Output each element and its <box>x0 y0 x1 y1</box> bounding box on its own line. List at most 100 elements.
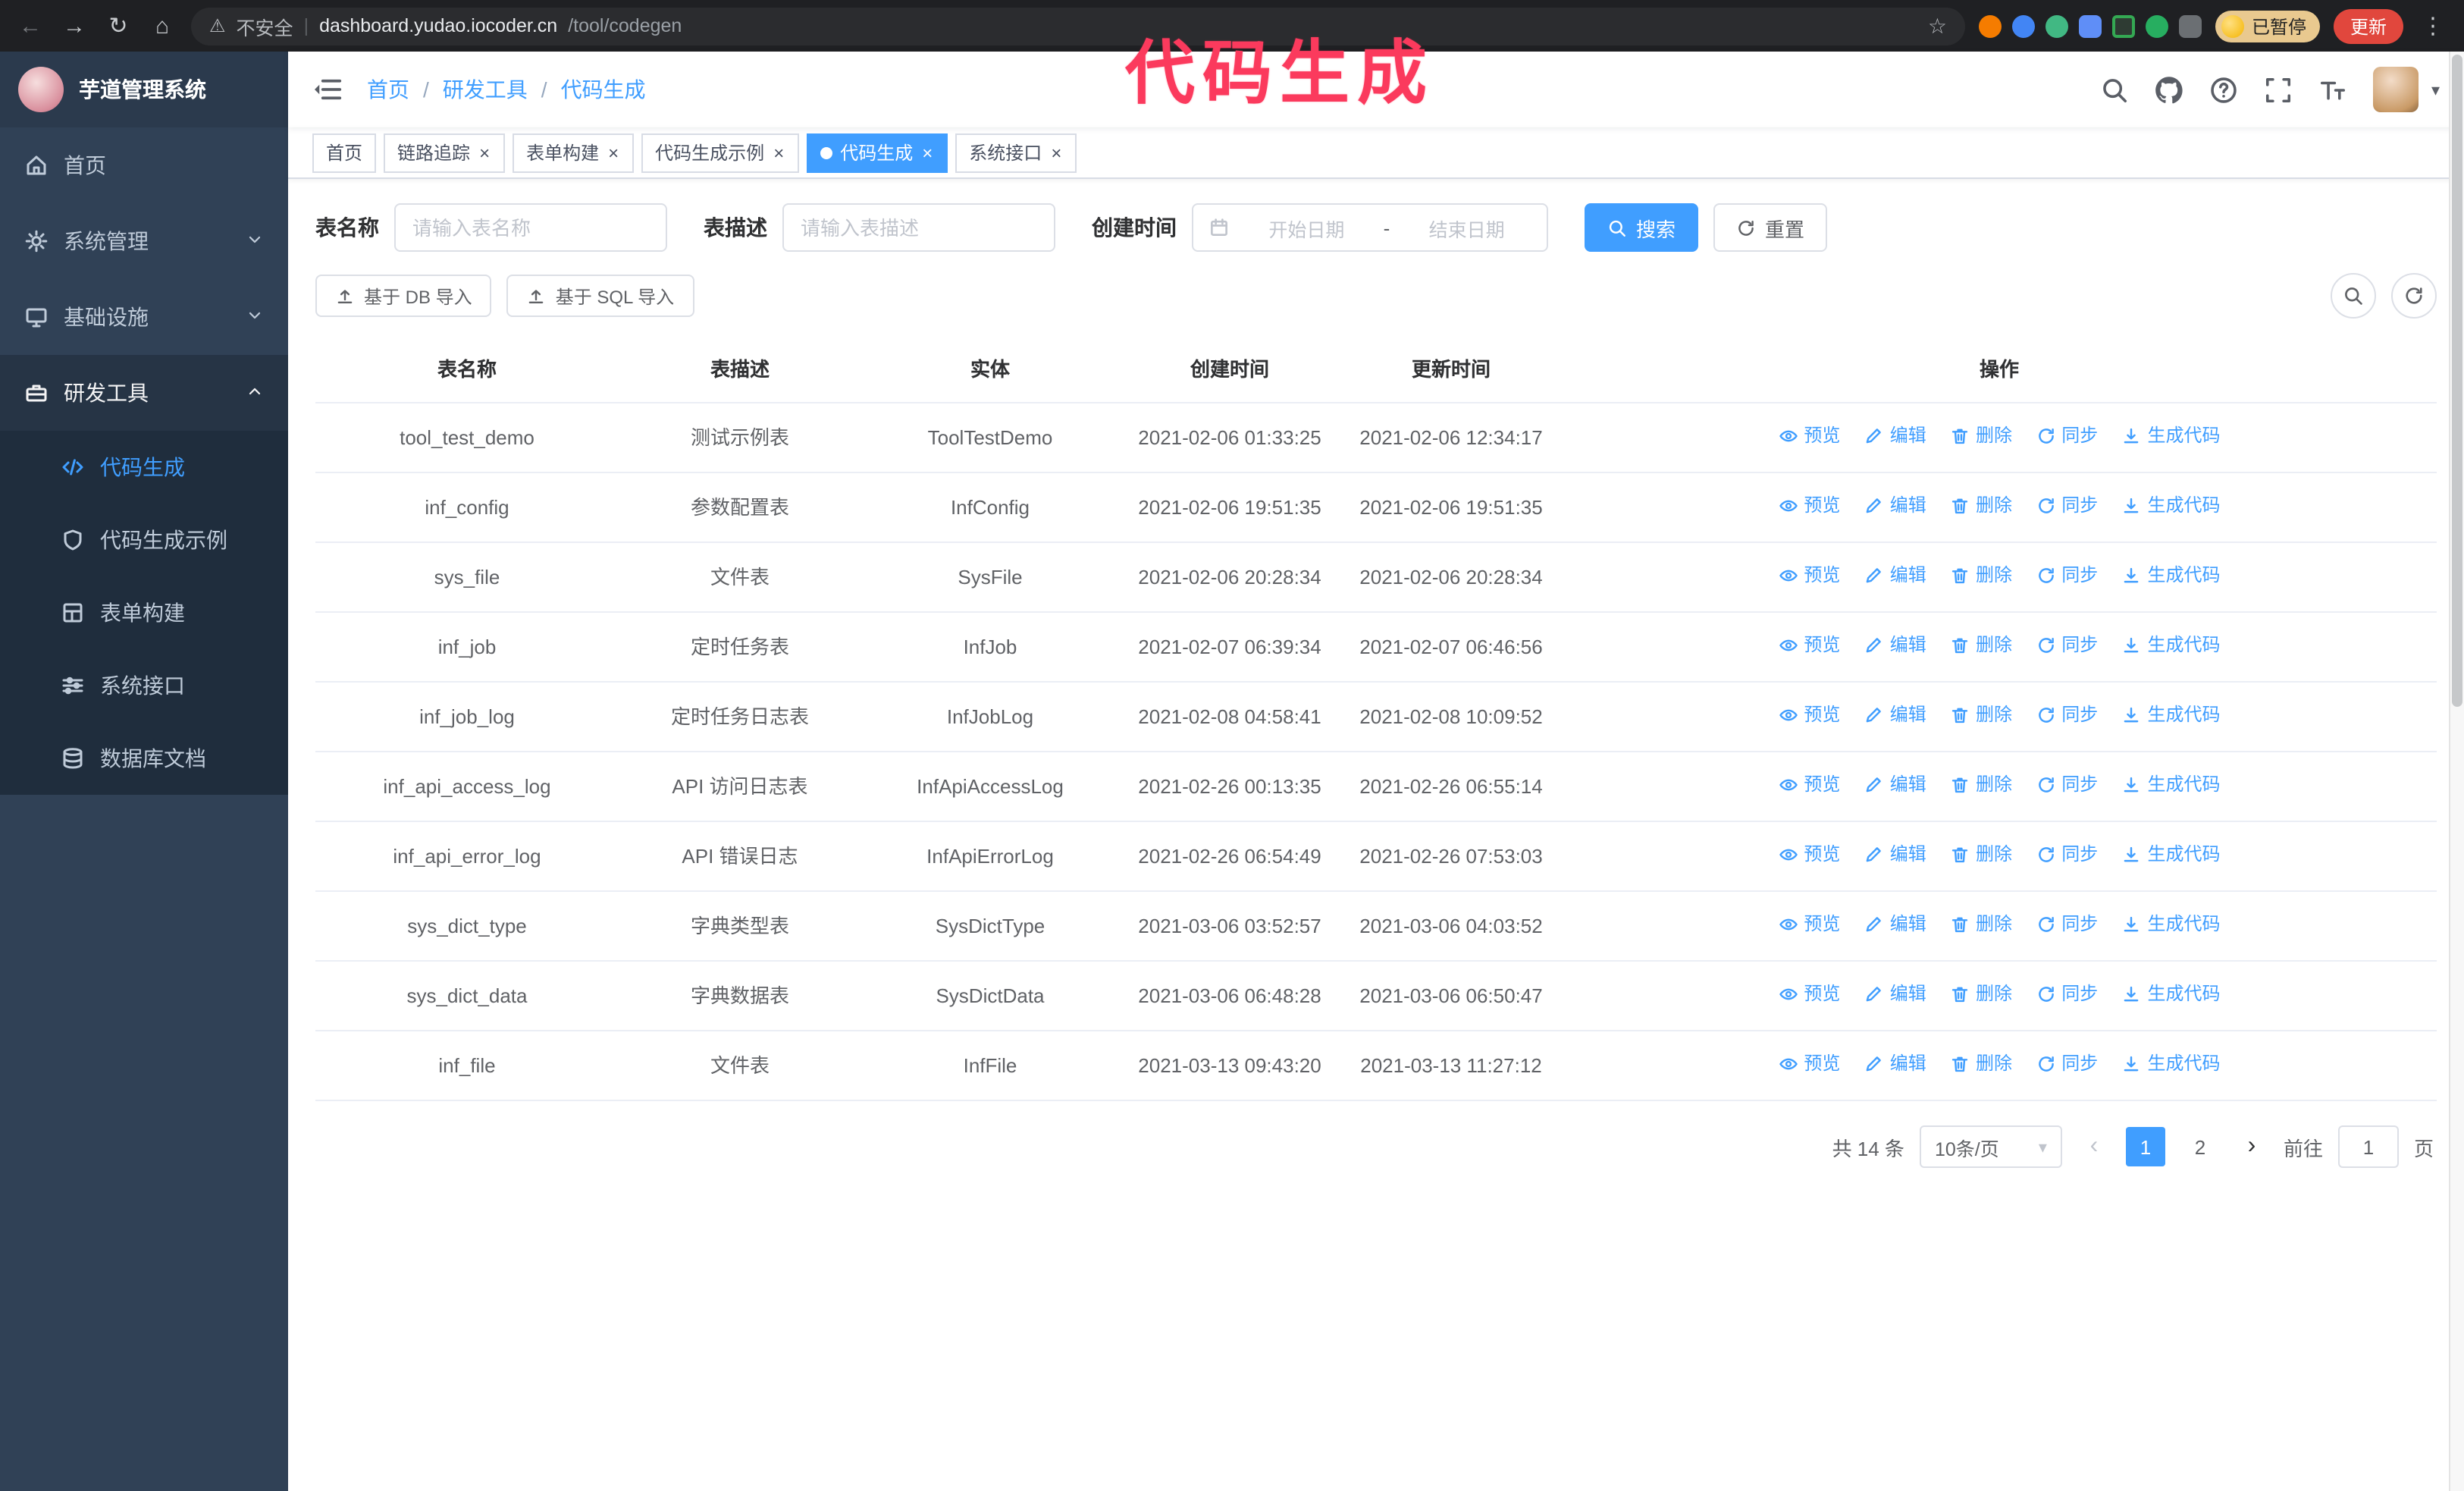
edit-link[interactable]: 编辑 <box>1864 420 1926 452</box>
fullscreen-icon[interactable] <box>2265 75 2293 104</box>
table-desc-input[interactable] <box>782 203 1055 252</box>
delete-link[interactable]: 删除 <box>1950 909 2012 940</box>
sync-link[interactable]: 同步 <box>2036 560 2098 592</box>
preview-link[interactable]: 预览 <box>1778 978 1840 1010</box>
bookmark-star-icon[interactable]: ☆ <box>1928 13 1947 39</box>
sidebar-item-db-doc[interactable]: 数据库文档 <box>0 722 288 795</box>
tab-api[interactable]: 系统接口 × <box>955 133 1077 172</box>
sidebar-item-codegen[interactable]: 代码生成 <box>0 431 288 504</box>
preview-link[interactable]: 预览 <box>1778 490 1840 522</box>
extension-icon[interactable] <box>2145 14 2168 37</box>
tab-codegen[interactable]: 代码生成 × <box>807 133 948 172</box>
close-icon[interactable]: × <box>607 143 620 162</box>
delete-link[interactable]: 删除 <box>1950 490 2012 522</box>
preview-link[interactable]: 预览 <box>1778 699 1840 731</box>
edit-link[interactable]: 编辑 <box>1864 560 1926 592</box>
sync-link[interactable]: 同步 <box>2036 629 2098 661</box>
edit-link[interactable]: 编辑 <box>1864 490 1926 522</box>
edit-link[interactable]: 编辑 <box>1864 1048 1926 1080</box>
browser-forward-icon[interactable]: → <box>59 13 89 39</box>
generate-code-link[interactable]: 生成代码 <box>2122 839 2221 871</box>
browser-menu-icon[interactable]: ⋮ <box>2417 12 2449 39</box>
refresh-table-button[interactable] <box>2391 273 2437 319</box>
tab-form-builder[interactable]: 表单构建 × <box>513 133 635 172</box>
close-icon[interactable]: × <box>1049 143 1063 162</box>
page-1-button[interactable]: 1 <box>2125 1127 2165 1166</box>
help-icon[interactable] <box>2210 75 2239 104</box>
close-icon[interactable]: × <box>478 143 491 162</box>
generate-code-link[interactable]: 生成代码 <box>2122 1048 2221 1080</box>
browser-back-icon[interactable]: ← <box>15 13 45 39</box>
delete-link[interactable]: 删除 <box>1950 420 2012 452</box>
edit-link[interactable]: 编辑 <box>1864 699 1926 731</box>
sync-link[interactable]: 同步 <box>2036 769 2098 801</box>
goto-page-input[interactable] <box>2337 1125 2399 1168</box>
page-scrollbar[interactable] <box>2449 52 2464 1491</box>
browser-reload-icon[interactable]: ↻ <box>103 12 133 39</box>
generate-code-link[interactable]: 生成代码 <box>2122 699 2221 731</box>
extension-icon[interactable] <box>2111 14 2135 37</box>
preview-link[interactable]: 预览 <box>1778 769 1840 801</box>
update-button[interactable]: 更新 <box>2333 8 2403 43</box>
extension-icon[interactable] <box>2045 14 2068 37</box>
preview-link[interactable]: 预览 <box>1778 1048 1840 1080</box>
breadcrumb-devtools[interactable]: 研发工具 <box>443 74 528 105</box>
generate-code-link[interactable]: 生成代码 <box>2122 420 2221 452</box>
extension-icon[interactable] <box>2011 14 2035 37</box>
prev-page-button[interactable]: ‹ <box>2077 1127 2111 1166</box>
sidebar-item-home[interactable]: 首页 <box>0 127 288 203</box>
puzzle-extension-icon[interactable] <box>2178 14 2202 37</box>
preview-link[interactable]: 预览 <box>1778 909 1840 940</box>
extension-icon[interactable] <box>1978 14 2002 37</box>
sync-link[interactable]: 同步 <box>2036 839 2098 871</box>
breadcrumb-home[interactable]: 首页 <box>367 74 409 105</box>
generate-code-link[interactable]: 生成代码 <box>2122 769 2221 801</box>
search-icon[interactable] <box>2101 75 2130 104</box>
address-bar[interactable]: ⚠ 不安全 | dashboard.yudao.iocoder.cn /tool… <box>191 7 1965 45</box>
chevron-down-icon[interactable]: ▾ <box>2431 80 2440 99</box>
edit-link[interactable]: 编辑 <box>1864 978 1926 1010</box>
sidebar-item-devtools[interactable]: 研发工具 <box>0 355 288 431</box>
preview-link[interactable]: 预览 <box>1778 560 1840 592</box>
edit-link[interactable]: 编辑 <box>1864 909 1926 940</box>
table-name-input[interactable] <box>394 203 667 252</box>
edit-link[interactable]: 编辑 <box>1864 839 1926 871</box>
generate-code-link[interactable]: 生成代码 <box>2122 490 2221 522</box>
sync-link[interactable]: 同步 <box>2036 1048 2098 1080</box>
delete-link[interactable]: 删除 <box>1950 629 2012 661</box>
scrollbar-thumb[interactable] <box>2452 55 2462 707</box>
edit-link[interactable]: 编辑 <box>1864 629 1926 661</box>
font-size-icon[interactable] <box>2319 75 2348 104</box>
close-icon[interactable]: × <box>772 143 785 162</box>
reset-button[interactable]: 重置 <box>1713 203 1828 252</box>
delete-link[interactable]: 删除 <box>1950 699 2012 731</box>
preview-link[interactable]: 预览 <box>1778 629 1840 661</box>
sidebar-item-codegen-example[interactable]: 代码生成示例 <box>0 504 288 576</box>
github-icon[interactable] <box>2155 75 2184 104</box>
delete-link[interactable]: 删除 <box>1950 839 2012 871</box>
generate-code-link[interactable]: 生成代码 <box>2122 978 2221 1010</box>
sync-link[interactable]: 同步 <box>2036 909 2098 940</box>
delete-link[interactable]: 删除 <box>1950 1048 2012 1080</box>
preview-link[interactable]: 预览 <box>1778 420 1840 452</box>
delete-link[interactable]: 删除 <box>1950 769 2012 801</box>
sync-link[interactable]: 同步 <box>2036 490 2098 522</box>
search-button[interactable]: 搜索 <box>1585 203 1699 252</box>
sidebar-item-infra[interactable]: 基础设施 <box>0 279 288 355</box>
tab-codegen-example[interactable]: 代码生成示例 × <box>641 133 800 172</box>
date-range-picker[interactable]: 开始日期 - 结束日期 <box>1192 203 1548 252</box>
import-sql-button[interactable]: 基于 SQL 导入 <box>506 275 694 317</box>
sync-link[interactable]: 同步 <box>2036 699 2098 731</box>
page-2-button[interactable]: 2 <box>2180 1127 2220 1166</box>
generate-code-link[interactable]: 生成代码 <box>2122 629 2221 661</box>
sync-link[interactable]: 同步 <box>2036 420 2098 452</box>
toggle-search-button[interactable] <box>2331 273 2376 319</box>
import-db-button[interactable]: 基于 DB 导入 <box>315 275 492 317</box>
user-avatar[interactable] <box>2373 67 2419 112</box>
edit-link[interactable]: 编辑 <box>1864 769 1926 801</box>
app-logo[interactable]: 芋道管理系统 <box>0 52 288 127</box>
next-page-button[interactable]: › <box>2235 1127 2268 1166</box>
sync-link[interactable]: 同步 <box>2036 978 2098 1010</box>
preview-link[interactable]: 预览 <box>1778 839 1840 871</box>
delete-link[interactable]: 删除 <box>1950 560 2012 592</box>
